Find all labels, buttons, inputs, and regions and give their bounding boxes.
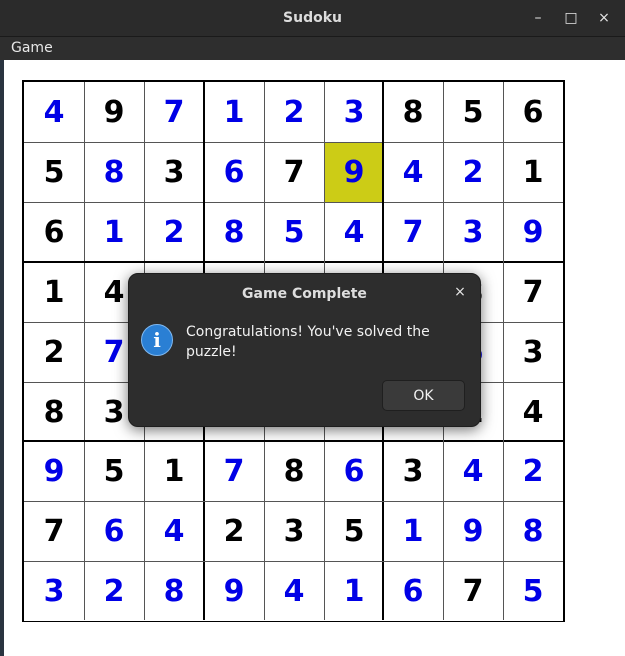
sudoku-cell[interactable]: 8: [383, 82, 443, 142]
sudoku-cell[interactable]: 5: [324, 501, 384, 561]
menu-bar: Game: [0, 37, 625, 60]
dialog-message: Congratulations! You've solved the puzzl…: [186, 324, 430, 360]
sudoku-cell[interactable]: 1: [24, 262, 84, 322]
sudoku-cell[interactable]: 7: [264, 142, 324, 202]
grid-line: [24, 561, 563, 562]
sudoku-cell[interactable]: 1: [204, 82, 264, 142]
ok-button[interactable]: OK: [382, 380, 465, 411]
sudoku-cell[interactable]: 6: [24, 202, 84, 262]
dialog-title: Game Complete: [242, 286, 367, 302]
sudoku-cell[interactable]: 8: [264, 441, 324, 501]
sudoku-cell[interactable]: 9: [324, 142, 384, 202]
sudoku-cell[interactable]: 4: [324, 202, 384, 262]
sudoku-cell[interactable]: 7: [204, 441, 264, 501]
sudoku-cell[interactable]: 6: [84, 501, 144, 561]
grid-line: [503, 82, 504, 620]
sudoku-cell[interactable]: 4: [264, 561, 324, 621]
sudoku-cell[interactable]: 3: [264, 501, 324, 561]
sudoku-cell[interactable]: 5: [24, 142, 84, 202]
sudoku-cell[interactable]: 2: [264, 82, 324, 142]
grid-line: [24, 202, 563, 203]
grid-line: [84, 82, 85, 620]
grid-line: [24, 501, 563, 502]
app-window: Sudoku – □ × Game 4971238565836794216128…: [0, 0, 625, 656]
sudoku-cell[interactable]: 2: [204, 501, 264, 561]
sudoku-cell[interactable]: 4: [443, 441, 503, 501]
sudoku-cell[interactable]: 2: [84, 561, 144, 621]
sudoku-cell[interactable]: 3: [383, 441, 443, 501]
sudoku-cell[interactable]: 9: [84, 82, 144, 142]
sudoku-cell[interactable]: 2: [24, 322, 84, 382]
sudoku-cell[interactable]: 8: [204, 202, 264, 262]
info-icon: i: [141, 324, 173, 356]
sudoku-cell[interactable]: 1: [84, 202, 144, 262]
sudoku-cell[interactable]: 2: [503, 441, 563, 501]
sudoku-cell[interactable]: 4: [24, 82, 84, 142]
sudoku-cell[interactable]: 3: [144, 142, 204, 202]
sudoku-cell[interactable]: 1: [383, 501, 443, 561]
sudoku-cell[interactable]: 3: [24, 561, 84, 621]
sudoku-cell[interactable]: 5: [84, 441, 144, 501]
sudoku-cell[interactable]: 1: [503, 142, 563, 202]
sudoku-cell[interactable]: 5: [264, 202, 324, 262]
sudoku-cell[interactable]: 8: [24, 382, 84, 442]
sudoku-cell[interactable]: 3: [324, 82, 384, 142]
sudoku-cell[interactable]: 3: [503, 322, 563, 382]
sudoku-cell[interactable]: 3: [443, 202, 503, 262]
minimize-icon[interactable]: –: [526, 6, 550, 30]
maximize-icon[interactable]: □: [559, 6, 583, 30]
sudoku-cell[interactable]: 2: [443, 142, 503, 202]
sudoku-cell[interactable]: 7: [24, 501, 84, 561]
box-divider: [24, 261, 563, 263]
sudoku-cell[interactable]: 4: [383, 142, 443, 202]
grid-line: [24, 142, 563, 143]
title-bar[interactable]: Sudoku – □ ×: [0, 0, 625, 37]
close-icon[interactable]: ×: [592, 6, 616, 30]
sudoku-cell[interactable]: 8: [503, 501, 563, 561]
menu-game[interactable]: Game: [11, 37, 53, 60]
sudoku-cell[interactable]: 9: [503, 202, 563, 262]
sudoku-cell[interactable]: 1: [144, 441, 204, 501]
sudoku-cell[interactable]: 5: [443, 82, 503, 142]
sudoku-cell[interactable]: 7: [503, 262, 563, 322]
sudoku-cell[interactable]: 4: [503, 382, 563, 442]
sudoku-cell[interactable]: 9: [204, 561, 264, 621]
sudoku-cell[interactable]: 6: [503, 82, 563, 142]
dialog-close-icon[interactable]: ×: [450, 282, 470, 302]
sudoku-cell[interactable]: 9: [443, 501, 503, 561]
sudoku-cell[interactable]: 1: [324, 561, 384, 621]
sudoku-cell[interactable]: 6: [204, 142, 264, 202]
sudoku-cell[interactable]: 6: [324, 441, 384, 501]
sudoku-cell[interactable]: 9: [24, 441, 84, 501]
sudoku-cell[interactable]: 7: [383, 202, 443, 262]
sudoku-cell[interactable]: 4: [144, 501, 204, 561]
sudoku-cell[interactable]: 7: [144, 82, 204, 142]
game-complete-dialog: Game Complete × i Congratulations! You'v…: [128, 273, 481, 427]
sudoku-cell[interactable]: 6: [383, 561, 443, 621]
sudoku-cell[interactable]: 7: [443, 561, 503, 621]
sudoku-cell[interactable]: 8: [144, 561, 204, 621]
box-divider: [24, 440, 563, 442]
sudoku-cell[interactable]: 2: [144, 202, 204, 262]
sudoku-cell[interactable]: 8: [84, 142, 144, 202]
sudoku-cell[interactable]: 5: [503, 561, 563, 621]
